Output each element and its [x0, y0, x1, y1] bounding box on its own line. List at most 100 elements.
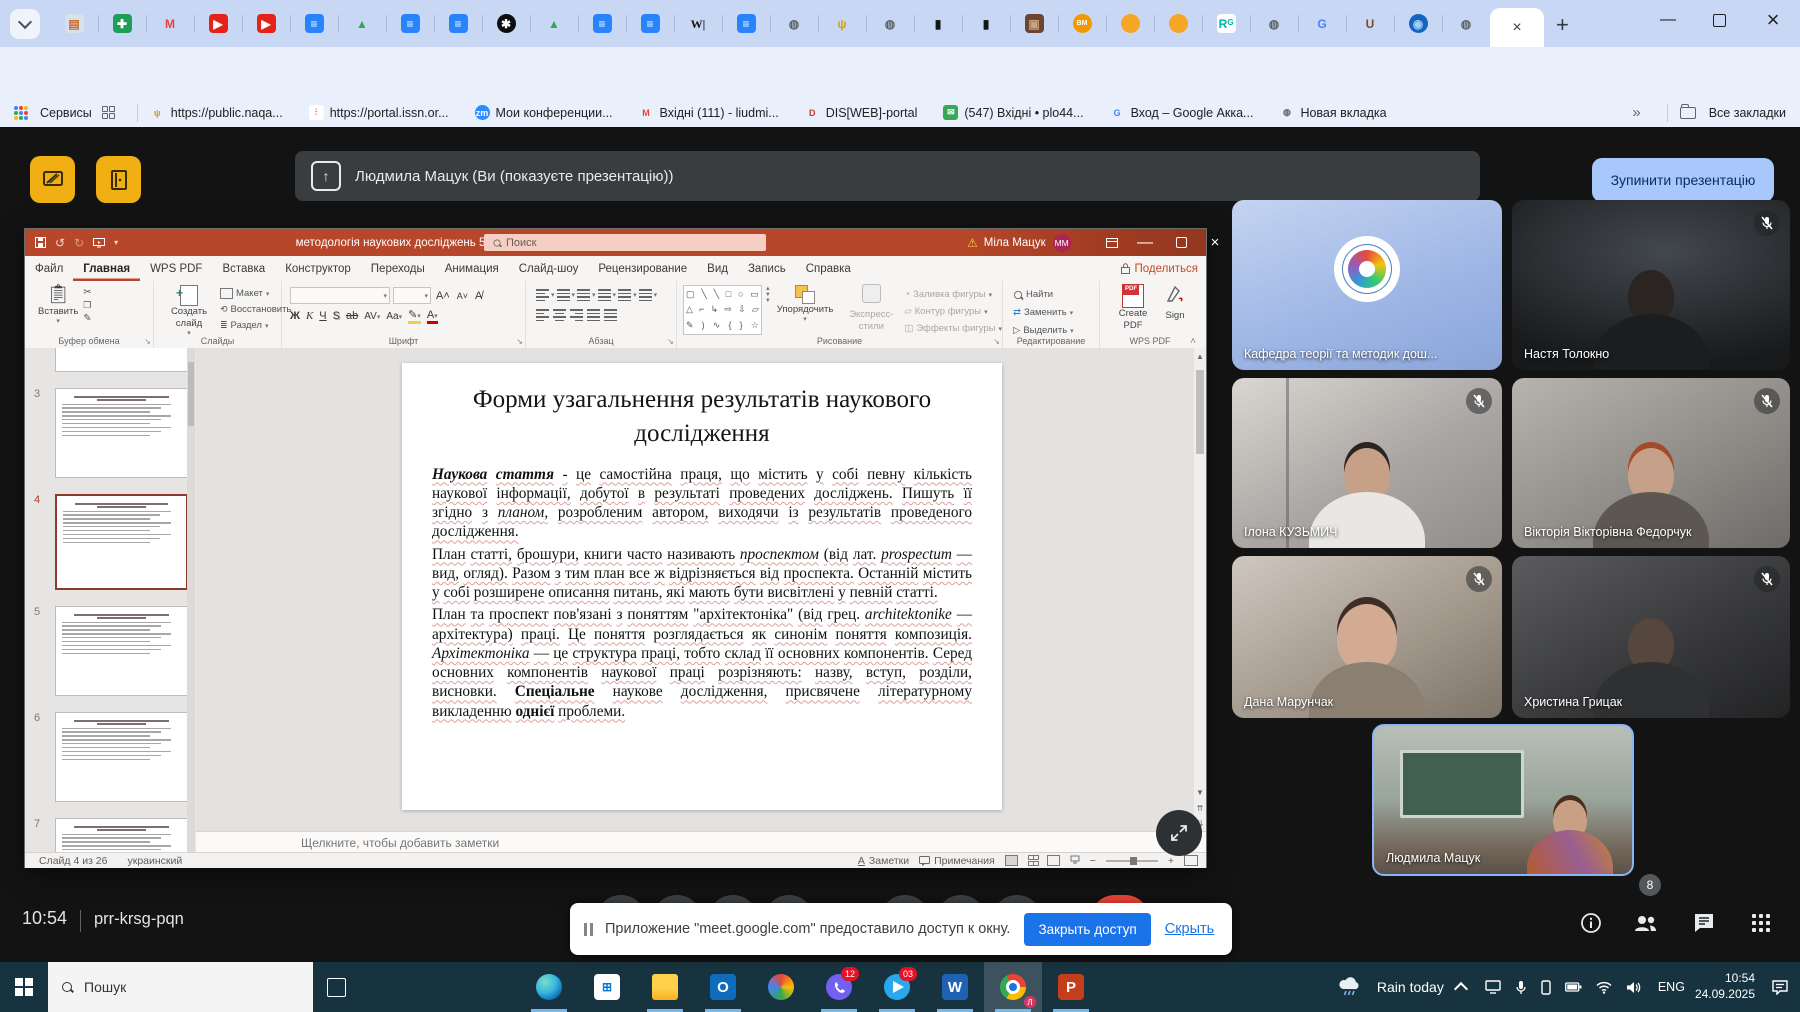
- slide-thumbnail-partial[interactable]: [55, 348, 188, 372]
- participant-tile[interactable]: Настя Толокно: [1512, 200, 1790, 370]
- notes-pane[interactable]: Щелкните, чтобы добавить заметки: [196, 831, 1206, 853]
- bold-button[interactable]: Ж: [290, 310, 300, 322]
- ppt-close-button[interactable]: ×: [1200, 229, 1230, 256]
- strike-button[interactable]: ab: [346, 310, 358, 322]
- cut-button[interactable]: ✂: [83, 287, 91, 298]
- pinned-tab[interactable]: ψ: [818, 0, 866, 47]
- ribbon-tab-Слайд-шоу[interactable]: Слайд-шоу: [509, 256, 589, 281]
- task-view-button[interactable]: [313, 962, 359, 1012]
- share-button[interactable]: Поделиться: [1121, 256, 1198, 281]
- sign-button[interactable]: Sign: [1160, 281, 1190, 322]
- clipboard-dialog-launcher[interactable]: ↘: [144, 337, 151, 346]
- pinned-tab[interactable]: ≡: [290, 0, 338, 47]
- create-pdf-button[interactable]: PDF Create PDF: [1106, 281, 1160, 332]
- stop-presentation-button[interactable]: Зупинити презентацію: [1592, 158, 1774, 202]
- pinned-tab[interactable]: ≡: [626, 0, 674, 47]
- zoom-slider[interactable]: [1106, 860, 1158, 862]
- pinned-tab[interactable]: Rᴳ: [1202, 0, 1250, 47]
- slide-thumbnail-3[interactable]: 3: [55, 388, 188, 478]
- language-status[interactable]: украинский: [128, 855, 183, 867]
- taskbar-app-photos[interactable]: [752, 962, 810, 1012]
- quick-access-toolbar[interactable]: ↺↻ ▾: [35, 236, 118, 250]
- active-tab[interactable]: ×: [1490, 8, 1544, 47]
- highlight-button[interactable]: ✎▾: [408, 308, 421, 324]
- taskbar-app-viber[interactable]: 12: [810, 962, 868, 1012]
- pinned-tab[interactable]: M: [146, 0, 194, 47]
- bookmark-item[interactable]: ψhttps://public.naqa...: [150, 105, 283, 120]
- slide-thumbnail-6[interactable]: 6: [55, 712, 188, 802]
- pinned-tab[interactable]: ◍: [866, 0, 914, 47]
- shape-icon[interactable]: ▱: [752, 304, 759, 315]
- services-label[interactable]: Сервисы: [40, 106, 92, 120]
- text-direction-icon[interactable]: [639, 289, 652, 301]
- volume-tray-icon[interactable]: [1626, 981, 1641, 994]
- ribbon-tab-Рецензирование[interactable]: Рецензирование: [588, 256, 697, 281]
- shape-outline-button[interactable]: ▱Контур фигуры▾: [904, 304, 1002, 319]
- quick-styles-button[interactable]: Экспресс-стили: [838, 281, 904, 333]
- ribbon-tab-Файл[interactable]: Файл: [25, 256, 73, 281]
- comments-toggle[interactable]: Примечания: [919, 855, 995, 867]
- pinned-tab[interactable]: ▲: [530, 0, 578, 47]
- shape-icon[interactable]: ╲: [714, 289, 719, 300]
- display-tray-icon[interactable]: [1485, 980, 1501, 994]
- microphone-tray-icon[interactable]: [1515, 980, 1527, 995]
- new-slide-button[interactable]: + Создать слайд▾: [158, 281, 220, 339]
- close-tab-icon[interactable]: ×: [1512, 19, 1521, 37]
- pinned-tab[interactable]: W|: [674, 0, 722, 47]
- pinned-tab[interactable]: ◉: [1394, 0, 1442, 47]
- panel-scrollbar[interactable]: [187, 348, 195, 852]
- ribbon-tab-Запись[interactable]: Запись: [738, 256, 796, 281]
- participants-button[interactable]: [1632, 910, 1658, 936]
- activities-button[interactable]: [1748, 910, 1774, 936]
- window-close-button[interactable]: ×: [1750, 0, 1796, 40]
- window-minimize-button[interactable]: —: [1645, 0, 1691, 40]
- ppt-minimize-button[interactable]: —: [1130, 229, 1160, 256]
- bookmarks-overflow-button[interactable]: »: [1632, 104, 1640, 121]
- bookmark-item[interactable]: ◍Новая вкладка: [1279, 105, 1386, 120]
- window-maximize-button[interactable]: [1696, 0, 1742, 40]
- grow-font-button[interactable]: A˄: [434, 290, 452, 302]
- font-dialog-launcher[interactable]: ↘: [516, 337, 523, 346]
- ribbon-tab-Вид[interactable]: Вид: [697, 256, 738, 281]
- bookmark-item[interactable]: ⫶https://portal.issn.or...: [309, 105, 449, 120]
- section-button[interactable]: ≣Раздел▾: [220, 318, 291, 333]
- shape-icon[interactable]: ): [702, 320, 705, 331]
- clear-format-button[interactable]: A̸: [473, 290, 484, 302]
- paste-button[interactable]: 📋︎ Вставить▾: [33, 281, 83, 327]
- battery-tray-icon[interactable]: [1565, 982, 1582, 992]
- shape-effects-button[interactable]: ◫Эффекты фигуры▾: [904, 321, 1002, 336]
- shape-icon[interactable]: ↳: [711, 304, 719, 315]
- shape-icon[interactable]: }: [740, 320, 743, 331]
- pinned-tab[interactable]: ▮: [962, 0, 1010, 47]
- taskbar-app-edge[interactable]: [520, 962, 578, 1012]
- bullets-icon[interactable]: [536, 289, 549, 301]
- replace-button[interactable]: ⇄Заменить▾: [1013, 305, 1099, 320]
- slide-thumbnail-4[interactable]: 4: [55, 494, 188, 590]
- bookmark-item[interactable]: DDIS[WEB]-portal: [805, 105, 918, 120]
- tab-search-button[interactable]: [10, 9, 40, 39]
- self-view-tile[interactable]: Людмила Мацук: [1372, 724, 1634, 876]
- pinned-tab[interactable]: ▲: [338, 0, 386, 47]
- bookmark-item[interactable]: zmМои конференции...: [475, 105, 613, 120]
- shape-icon[interactable]: ╲: [701, 289, 706, 300]
- bookmark-item[interactable]: MВхідні (111) - liudmi...: [639, 105, 779, 120]
- ppt-search-box[interactable]: Поиск: [484, 234, 766, 251]
- pinned-tab[interactable]: ≡: [434, 0, 482, 47]
- start-button[interactable]: [0, 962, 48, 1012]
- pinned-tab[interactable]: ▮: [914, 0, 962, 47]
- font-color-button[interactable]: А▾: [427, 309, 438, 324]
- slide-thumbnail-7[interactable]: 7: [55, 818, 188, 852]
- pinned-tab[interactable]: ✱: [482, 0, 530, 47]
- font-name-select[interactable]: ▾: [290, 287, 390, 304]
- keyboard-language[interactable]: ENG: [1658, 980, 1685, 994]
- align-right-icon[interactable]: [570, 309, 583, 321]
- shape-icon[interactable]: ⇨: [724, 304, 732, 315]
- shape-icon[interactable]: ✎: [686, 320, 694, 331]
- meeting-details-button[interactable]: [1578, 910, 1604, 936]
- pinned-tab[interactable]: [1154, 0, 1202, 47]
- pinned-tab[interactable]: ◍: [1250, 0, 1298, 47]
- zoom-in-button[interactable]: +: [1168, 855, 1174, 867]
- shapes-gallery[interactable]: ▢╲╲□○▭△⌐↳⇨⇩▱✎)∿{}☆: [683, 285, 762, 335]
- paragraph-dialog-launcher[interactable]: ↘: [667, 337, 674, 346]
- whiteboard-shortcut-icon[interactable]: [30, 156, 75, 203]
